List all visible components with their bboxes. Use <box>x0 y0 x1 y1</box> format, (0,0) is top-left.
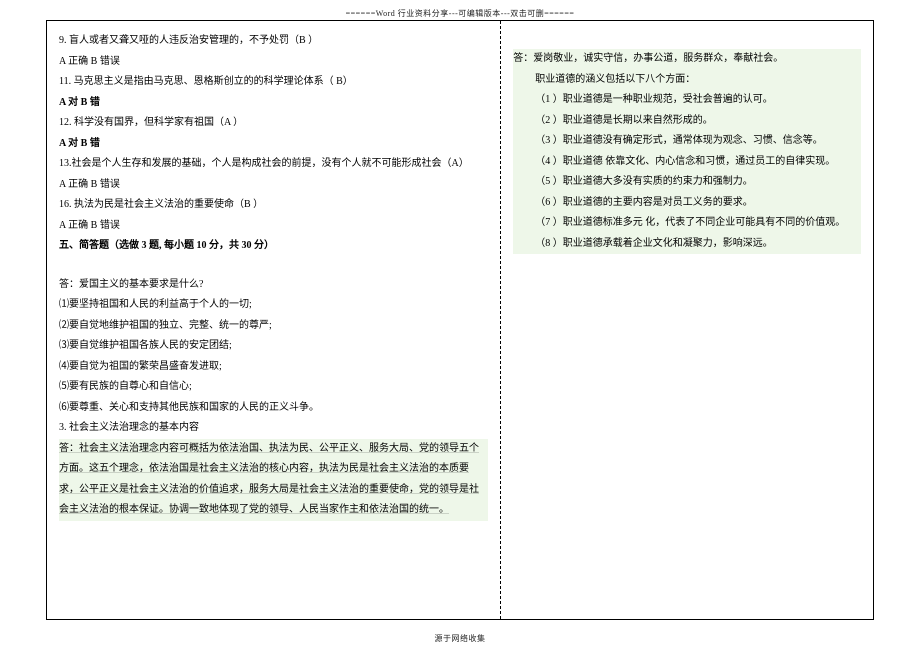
right-answer-highlight: 答：爱岗敬业，诚实守信，办事公道，服务群众，奉献社会。 职业道德的涵义包括以下八… <box>513 49 861 254</box>
q9-options: A 正确 B 错误 <box>59 52 488 73</box>
ans-p8: （8 ）职业道德承载着企业文化和凝聚力，影响深远。 <box>513 234 861 255</box>
ans-p7: （7 ）职业道德标准多元 化，代表了不同企业可能具有不同的价值观。 <box>513 213 861 234</box>
right-column: 答：爱岗敬业，诚实守信，办事公道，服务群众，奉献社会。 职业道德的涵义包括以下八… <box>501 21 873 619</box>
q9: 9. 盲人或者又聋又哑的人违反治安管理的，不予处罚（B ） <box>59 31 488 52</box>
a5: ⑸要有民族的自尊心和自信心; <box>59 377 488 398</box>
a3: ⑶要自觉维护祖国各族人民的安定团结; <box>59 336 488 357</box>
a4: ⑷要自觉为祖国的繁荣昌盛奋发进取; <box>59 357 488 378</box>
q12: 12. 科学没有国界，但科学家有祖国（A ） <box>59 113 488 134</box>
qA: 答：爱国主义的基本要求是什么? <box>59 275 488 296</box>
spacer <box>59 257 488 275</box>
spacer <box>513 31 861 49</box>
a6: ⑹要尊重、关心和支持其他民族和国家的人民的正义斗争。 <box>59 398 488 419</box>
q16: 16. 执法为民是社会主义法治的重要使命（B ） <box>59 195 488 216</box>
section-5-title: 五、简答题（选做 3 题, 每小题 10 分，共 30 分） <box>59 236 488 257</box>
q3: 3. 社会主义法治理念的基本内容 <box>59 418 488 439</box>
a1: ⑴要坚持祖国和人民的利益高于个人的一切; <box>59 295 488 316</box>
q3-answer-highlight: 答：社会主义法治理念内容可概括为依法治国、执法为民、公平正义、服务大局、党的领导… <box>59 439 488 521</box>
ans-intro: 职业道德的涵义包括以下八个方面： <box>513 70 861 91</box>
ans-p1: （1 ）职业道德是一种职业规范，受社会普遍的认可。 <box>513 90 861 111</box>
content-frame: 9. 盲人或者又聋又哑的人违反治安管理的，不予处罚（B ） A 正确 B 错误 … <box>46 20 874 620</box>
page-footer: 源于网络收集 <box>0 633 920 644</box>
ans-p2: （2 ）职业道德是长期以来自然形成的。 <box>513 111 861 132</box>
ans-p6: （6 ）职业道德的主要内容是对员工义务的要求。 <box>513 193 861 214</box>
q13: 13.社会是个人生存和发展的基础，个人是构成社会的前提，没有个人就不可能形成社会… <box>59 154 488 175</box>
q11: 11. 马克思主义是指由马克思、恩格斯创立的的科学理论体系（ B） <box>59 72 488 93</box>
q16-options: A 正确 B 错误 <box>59 216 488 237</box>
q13-options: A 正确 B 错误 <box>59 175 488 196</box>
q3-answer: 答：社会主义法治理念内容可概括为依法治国、执法为民、公平正义、服务大局、党的领导… <box>59 439 488 521</box>
a2: ⑵要自觉地维护祖国的独立、完整、统一的尊严; <box>59 316 488 337</box>
page: ======Word 行业资料分享---可编辑版本---双击可删====== 9… <box>0 0 920 650</box>
q12-options: A 对 B 错 <box>59 134 488 155</box>
q11-options: A 对 B 错 <box>59 93 488 114</box>
ans-p4: （4 ）职业道德 依靠文化、内心信念和习惯，通过员工的自律实现。 <box>513 152 861 173</box>
ans-p5: （5 ）职业道德大多没有实质的约束力和强制力。 <box>513 172 861 193</box>
left-column: 9. 盲人或者又聋又哑的人违反治安管理的，不予处罚（B ） A 正确 B 错误 … <box>47 21 501 619</box>
ans-head: 答：爱岗敬业，诚实守信，办事公道，服务群众，奉献社会。 <box>513 49 861 70</box>
ans-p3: （3 ）职业道德没有确定形式，通常体现为观念、习惯、信念等。 <box>513 131 861 152</box>
